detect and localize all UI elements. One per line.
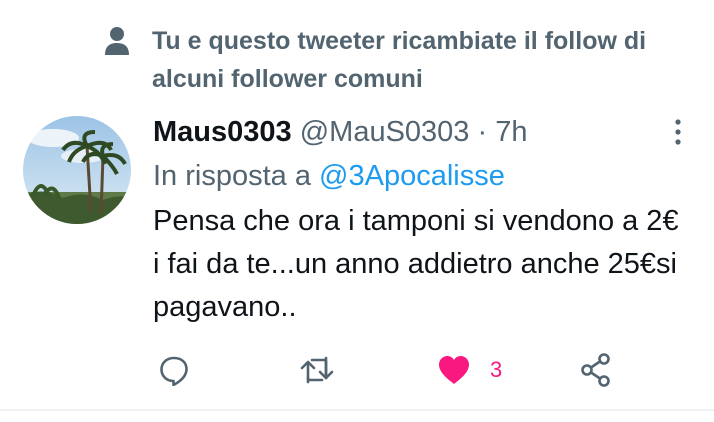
like-count: 3 xyxy=(490,357,503,382)
tweet-time[interactable]: 7h xyxy=(495,116,527,148)
avatar[interactable] xyxy=(23,116,131,224)
share-button[interactable] xyxy=(580,346,612,394)
more-options-icon[interactable] xyxy=(666,116,690,148)
share-icon xyxy=(581,353,610,387)
reply-to-link[interactable]: @3Apocalisse xyxy=(319,160,505,192)
tweet-divider xyxy=(0,409,714,411)
reply-icon xyxy=(160,356,188,386)
reply-context: In risposta a @3Apocalisse xyxy=(153,156,505,196)
tweet-text: Pensa che ora i tamponi si vendono a 2€ … xyxy=(153,205,679,323)
tweet-header: Maus0303 @MauS0303 · 7h xyxy=(153,112,528,152)
retweet-icon xyxy=(300,356,334,384)
retweet-button[interactable] xyxy=(300,346,334,394)
like-button[interactable]: 3 xyxy=(438,346,502,394)
person-icon xyxy=(105,27,129,55)
separator-dot: · xyxy=(477,116,488,148)
heart-icon xyxy=(439,356,469,384)
user-handle[interactable]: @MauS0303 xyxy=(300,116,470,148)
display-name[interactable]: Maus0303 xyxy=(153,116,292,148)
reply-prefix: In risposta a xyxy=(153,160,311,192)
tweet-actions: 3 xyxy=(0,346,714,394)
palm-trees-avatar-image xyxy=(23,116,131,224)
social-context-text: Tu e questo tweeter ricambiate il follow… xyxy=(152,27,647,93)
reply-button[interactable] xyxy=(158,346,190,394)
